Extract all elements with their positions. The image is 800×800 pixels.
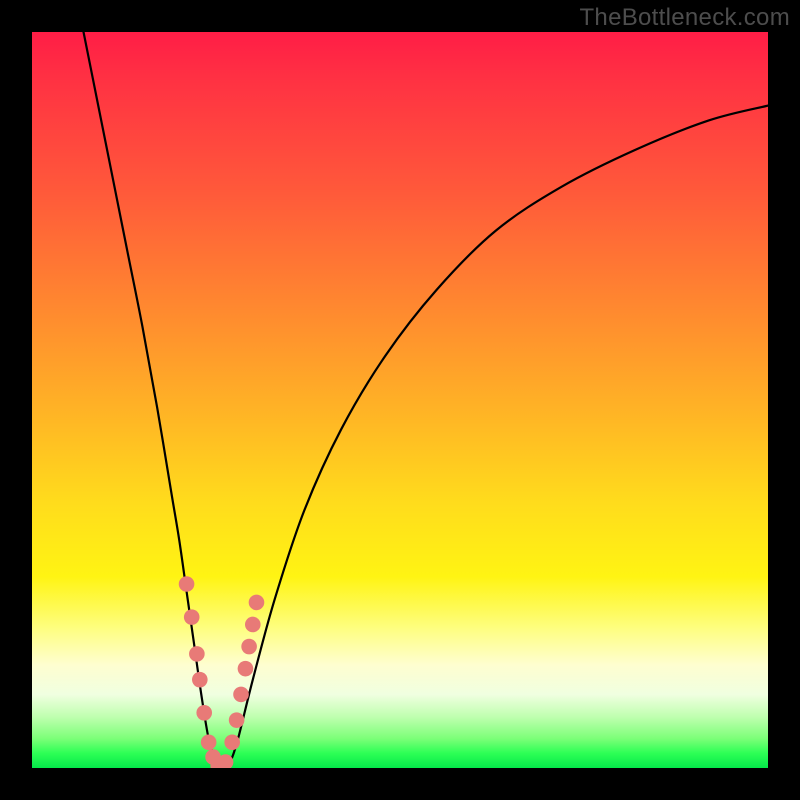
marker-dot	[201, 734, 217, 750]
marker-dot	[192, 672, 208, 688]
marker-dot	[224, 734, 240, 750]
marker-dot	[196, 705, 212, 721]
outer-frame: TheBottleneck.com	[0, 0, 800, 800]
bottleneck-curve	[84, 32, 768, 768]
marker-dot	[233, 687, 249, 703]
marker-dot	[241, 639, 257, 655]
watermark-text: TheBottleneck.com	[579, 4, 790, 32]
marker-dot	[249, 595, 265, 611]
marker-dot	[245, 617, 261, 633]
marker-dot	[229, 712, 245, 728]
marker-dot	[189, 646, 205, 662]
marker-dot	[179, 576, 195, 592]
highlight-markers	[179, 576, 265, 768]
marker-dot	[238, 661, 254, 677]
plot-area	[32, 32, 768, 768]
marker-dot	[184, 609, 200, 625]
chart-svg	[32, 32, 768, 768]
